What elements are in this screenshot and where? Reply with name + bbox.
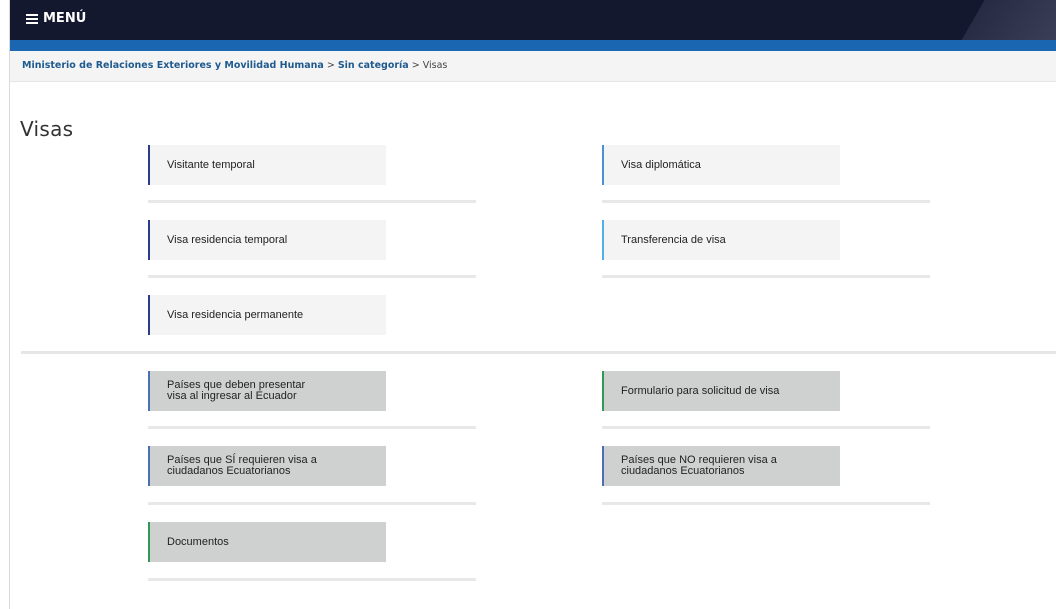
card-accent-bar [602,371,604,411]
info-card-documentos[interactable]: Documentos [148,522,386,562]
card-accent-bar [148,371,150,411]
header-decoration [955,0,1056,40]
page-left-margin [0,0,9,609]
info-card-paises-no-requieren[interactable]: Países que NO requieren visa a ciudadanos… [602,446,840,486]
page-left-border [9,0,10,609]
card-underline [602,275,930,278]
breadcrumb-bar: Ministerio de Relaciones Exteriores y Mo… [10,51,1056,82]
card-underline [148,200,476,203]
card-label: Visa diplomática [621,158,701,171]
section-divider [21,351,1056,354]
page-title: Visas [20,117,74,142]
top-navigation-bar: MENÚ [10,0,1056,40]
card-underline [602,502,930,505]
menu-button[interactable]: MENÚ [26,11,86,26]
info-card-paises-si-requieren[interactable]: Países que SÍ requieren visa a ciudadanos… [148,446,386,486]
card-label: Transferencia de visa [621,233,726,246]
visa-card-visa-diplomatica[interactable]: Visa diplomática [602,145,840,185]
card-label: Visa residencia permanente [167,308,304,321]
breadcrumb-home-link[interactable]: Ministerio de Relaciones Exteriores y Mo… [22,60,324,71]
header-accent-stripe [10,40,1056,51]
card-label: Países que deben presentar visa al ingres… [167,379,306,402]
card-accent-bar [148,446,150,486]
card-accent-bar [602,145,604,185]
card-accent-bar [148,145,150,185]
card-label: Visa residencia temporal [167,233,288,246]
card-accent-bar [602,220,604,260]
card-underline [148,426,476,429]
card-underline [602,426,930,429]
breadcrumb-separator: > [408,60,423,71]
breadcrumb: Ministerio de Relaciones Exteriores y Mo… [22,60,447,71]
info-card-paises-deben-presentar[interactable]: Países que deben presentar visa al ingres… [148,371,386,411]
breadcrumb-separator: > [323,60,338,71]
card-accent-bar [148,220,150,260]
card-accent-bar [602,446,604,486]
card-label: Documentos [167,535,229,548]
visa-card-visitante-temporal[interactable]: Visitante temporal [148,145,386,185]
visa-card-residencia-temporal[interactable]: Visa residencia temporal [148,220,386,260]
menu-label: MENÚ [43,11,87,26]
info-card-formulario-solicitud[interactable]: Formulario para solicitud de visa [602,371,840,411]
card-accent-bar [148,295,150,335]
card-label: Países que NO requieren visa a ciudadanos… [621,454,777,477]
card-underline [148,275,476,278]
card-underline [602,200,930,203]
card-label: Países que SÍ requieren visa a ciudadanos… [167,454,317,477]
visa-card-transferencia[interactable]: Transferencia de visa [602,220,840,260]
card-underline [148,578,476,581]
visa-card-residencia-permanente[interactable]: Visa residencia permanente [148,295,386,335]
card-underline [148,502,476,505]
breadcrumb-category-link[interactable]: Sin categoría [338,60,409,71]
breadcrumb-current: Visas [422,60,448,71]
card-accent-bar [148,522,150,562]
card-label: Formulario para solicitud de visa [621,384,780,397]
card-label: Visitante temporal [167,158,255,171]
hamburger-icon [26,12,38,26]
